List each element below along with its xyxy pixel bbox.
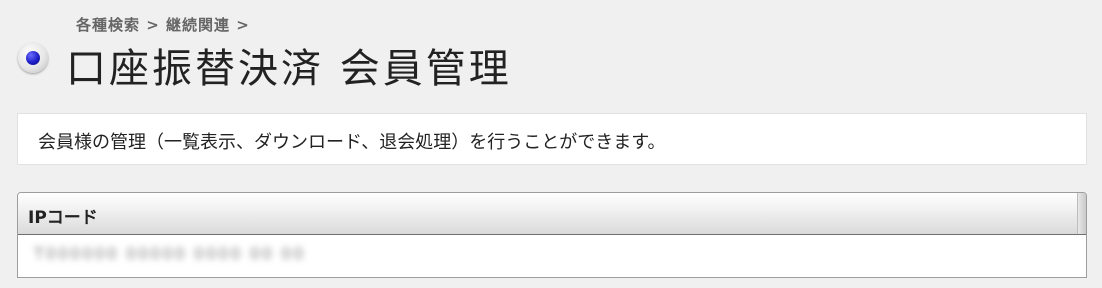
table-header: IPコード [18,193,1086,235]
column-header-ip-code: IPコード [28,208,98,228]
table-row: T000000 00000 0000 00 00 [18,235,1086,277]
description-text: 会員様の管理（一覧表示、ダウンロード、退会処理）を行うことができます。 [38,132,666,153]
bullet-dot [26,51,40,65]
ip-code-value: T000000 00000 0000 00 00 [34,244,306,263]
page-header: 各種検索 > 継続関連 > 口座振替決済 会員管理 [18,10,1088,100]
page-title: 口座振替決済 会員管理 [66,46,512,92]
member-table: IPコード T000000 00000 0000 00 00 [17,192,1087,278]
table-header-endcap [1077,193,1086,234]
description-box: 会員様の管理（一覧表示、ダウンロード、退会処理）を行うことができます。 [17,113,1087,165]
breadcrumb: 各種検索 > 継続関連 > [76,16,250,34]
title-bullet-icon [18,43,48,73]
